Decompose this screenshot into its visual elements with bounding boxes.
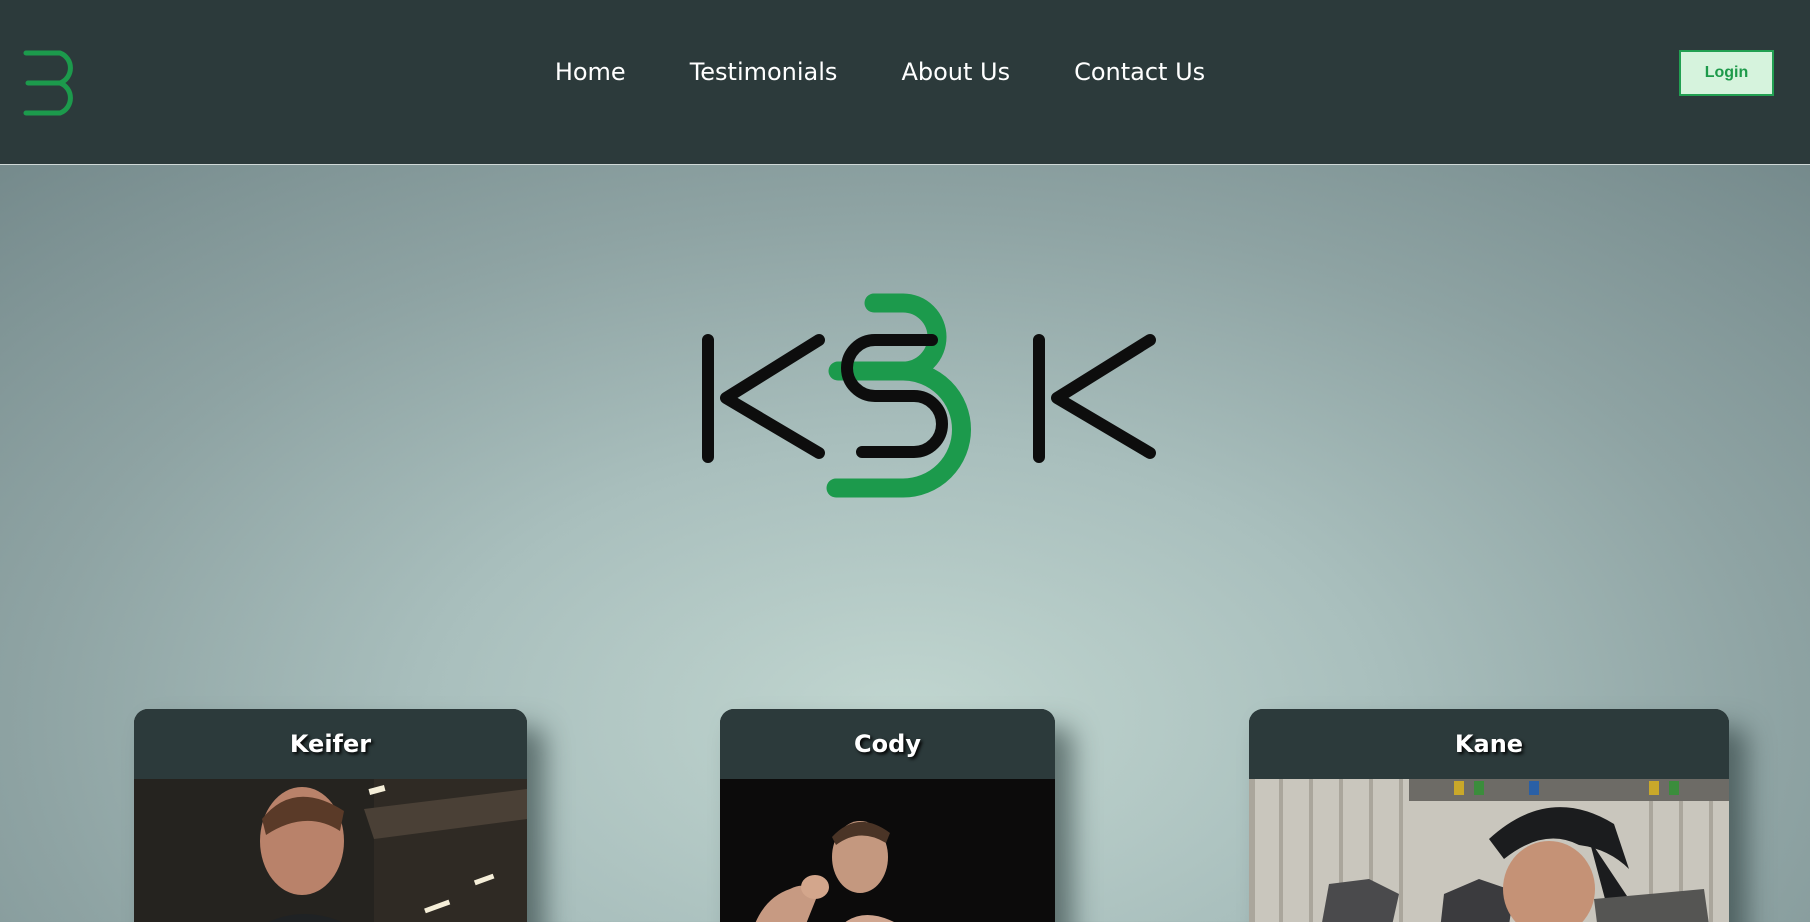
trainer-photo: [134, 779, 527, 922]
login-button[interactable]: Login: [1679, 50, 1774, 96]
trainer-card-kane[interactable]: Kane: [1249, 709, 1729, 922]
card-title: Keifer: [134, 709, 527, 779]
main-nav: Home Testimonials About Us Contact Us: [0, 54, 1810, 90]
trainer-card-keifer[interactable]: Keifer: [134, 709, 527, 922]
nav-link-contact-us[interactable]: Contact Us: [1074, 54, 1205, 90]
nav-link-about-us[interactable]: About Us: [901, 54, 1010, 90]
trainer-photo: [1249, 779, 1729, 922]
trainer-photo: [720, 779, 1055, 922]
top-navbar: Home Testimonials About Us Contact Us Lo…: [0, 0, 1810, 165]
nav-link-testimonials[interactable]: Testimonials: [690, 54, 838, 90]
trainer-card-cody[interactable]: Cody: [720, 709, 1055, 922]
card-title: Kane: [1249, 709, 1729, 779]
kbk-logo-icon: [702, 293, 1156, 498]
card-title: Cody: [720, 709, 1055, 779]
nav-link-home[interactable]: Home: [555, 54, 626, 90]
